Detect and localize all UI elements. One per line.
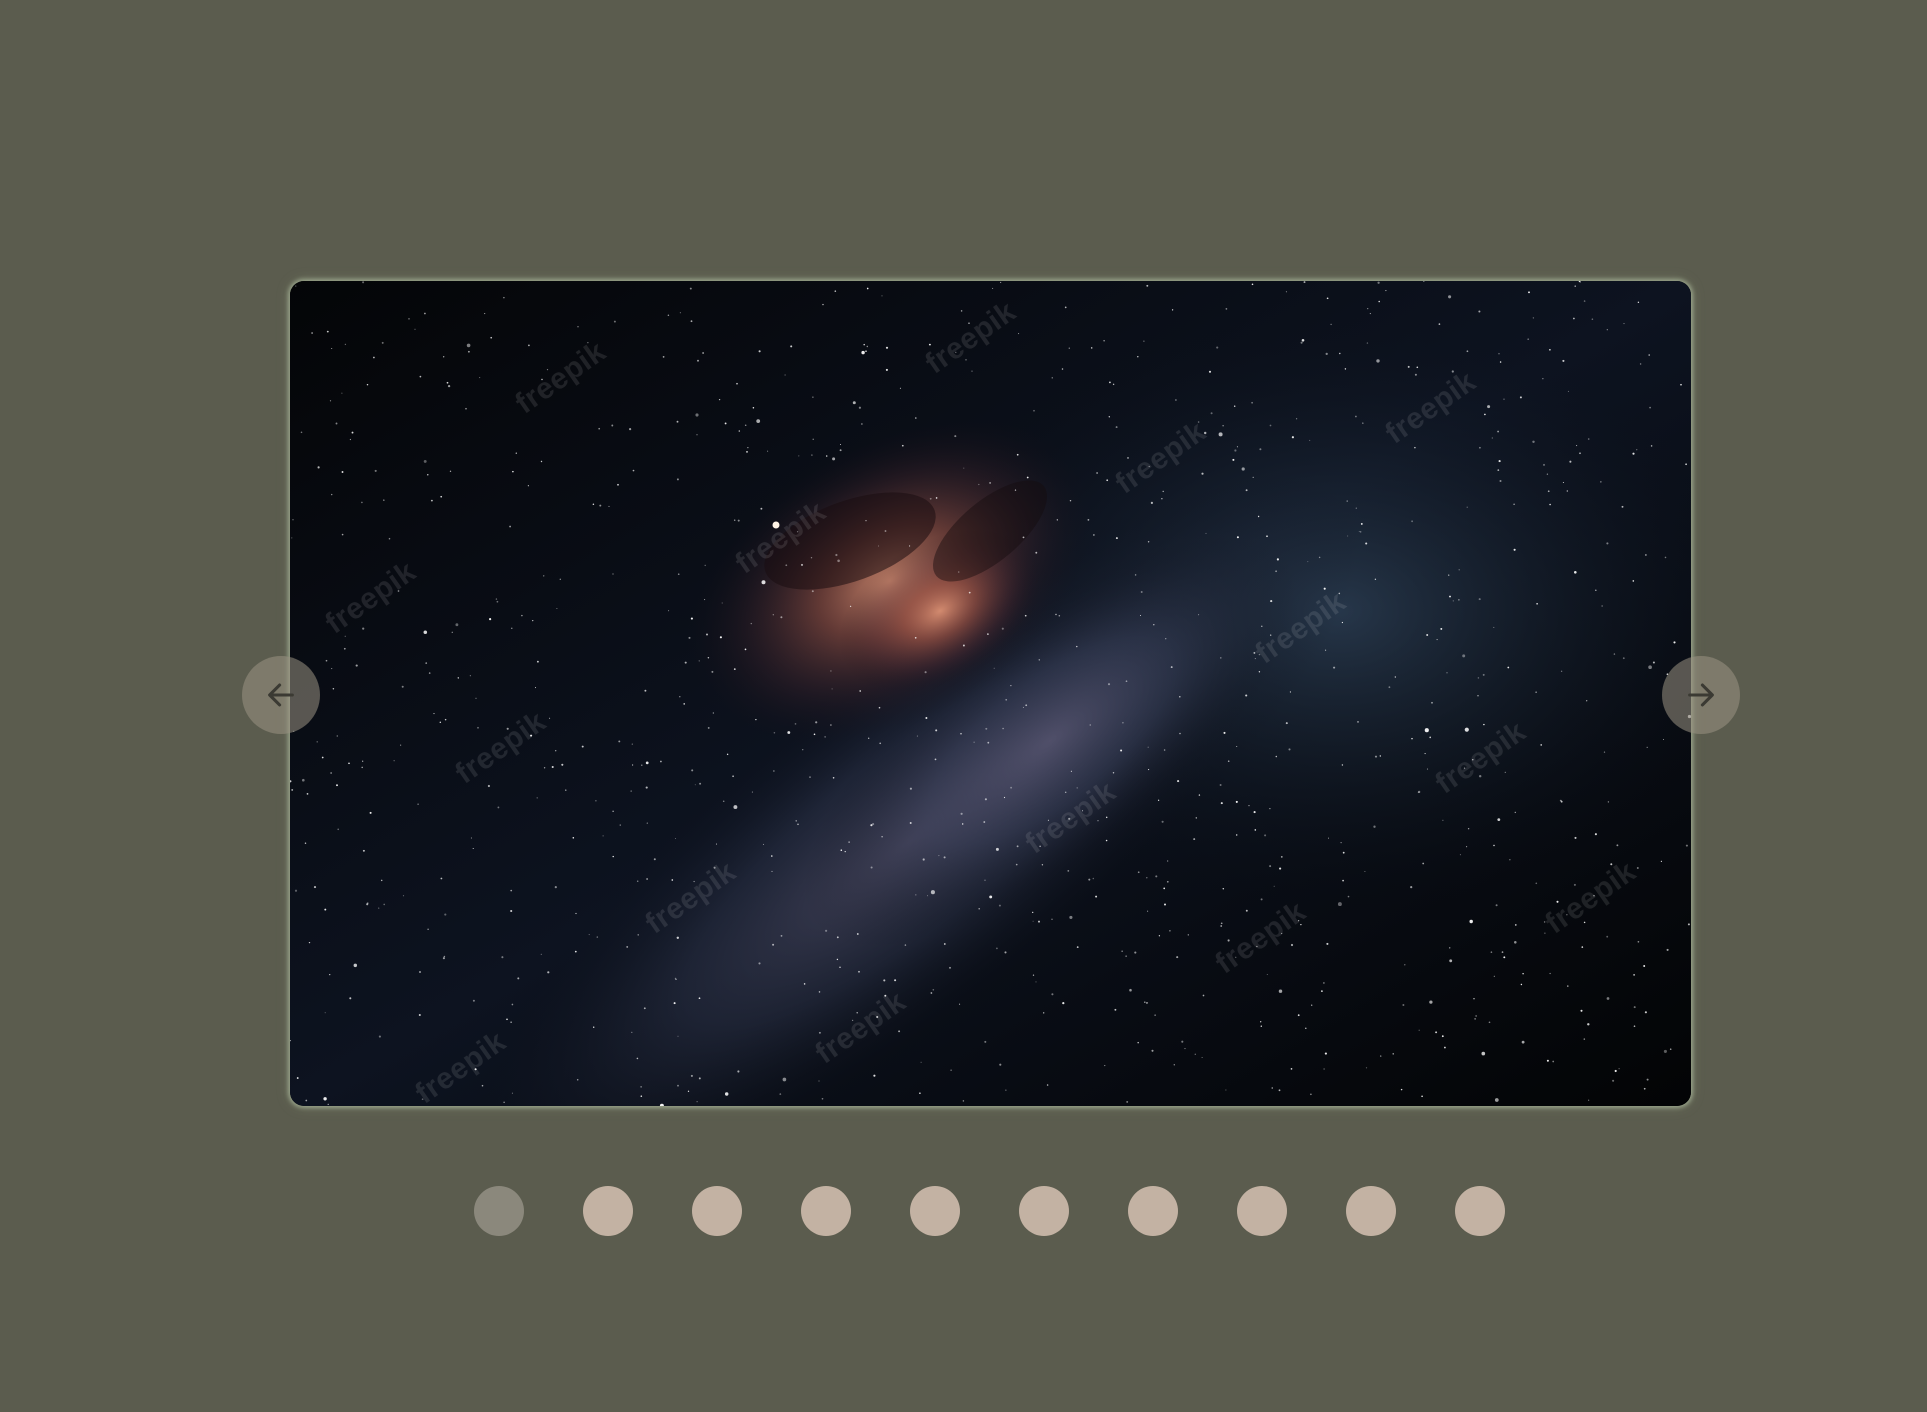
pagination-dot-1[interactable] bbox=[474, 1186, 524, 1236]
arrow-right-icon bbox=[1688, 683, 1714, 707]
pagination-dot-2[interactable] bbox=[583, 1186, 633, 1236]
carousel-slider: freepik freepik freepik freepik freepik … bbox=[290, 281, 1691, 1106]
pagination-dot-7[interactable] bbox=[1128, 1186, 1178, 1236]
pagination-dot-4[interactable] bbox=[801, 1186, 851, 1236]
arrow-left-icon bbox=[268, 683, 294, 707]
next-slide-button[interactable] bbox=[1662, 656, 1740, 734]
pagination-dot-8[interactable] bbox=[1237, 1186, 1287, 1236]
pagination-dot-9[interactable] bbox=[1346, 1186, 1396, 1236]
pagination-dot-6[interactable] bbox=[1019, 1186, 1069, 1236]
pagination-dot-3[interactable] bbox=[692, 1186, 742, 1236]
slide-image bbox=[290, 281, 1691, 1106]
pagination-dot-10[interactable] bbox=[1455, 1186, 1505, 1236]
pagination-dot-5[interactable] bbox=[910, 1186, 960, 1236]
milky-way-image bbox=[290, 281, 1691, 1106]
pagination-dots bbox=[474, 1186, 1505, 1236]
prev-slide-button[interactable] bbox=[242, 656, 320, 734]
